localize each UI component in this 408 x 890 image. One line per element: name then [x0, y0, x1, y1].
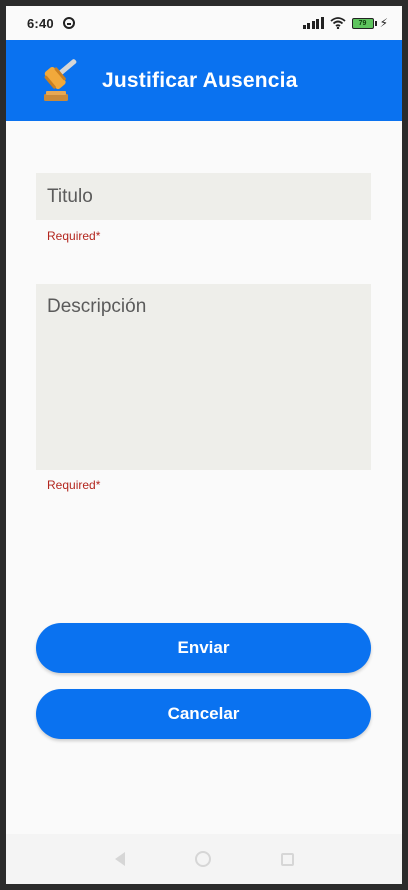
- home-icon[interactable]: [194, 851, 211, 867]
- notification-icon: [62, 17, 75, 29]
- battery-icon: 79: [351, 17, 377, 29]
- charging-icon: ⚡: [379, 16, 388, 30]
- status-icons: 79 ⚡: [302, 16, 388, 30]
- device-frame: 6:40 79 ⚡ Justificar Ausencia Titulo Req…: [0, 0, 408, 890]
- titulo-required-label: Required*: [47, 229, 101, 243]
- descripcion-textarea[interactable]: [36, 284, 371, 470]
- app-bar: Justificar Ausencia: [6, 40, 402, 121]
- recent-apps-icon[interactable]: [280, 852, 294, 866]
- enviar-button[interactable]: Enviar: [36, 623, 371, 673]
- titulo-input[interactable]: [36, 173, 371, 220]
- wifi-icon: [329, 17, 346, 29]
- status-bar: 6:40 79 ⚡: [6, 6, 402, 40]
- screen: 6:40 79 ⚡ Justificar Ausencia Titulo Req…: [6, 6, 402, 884]
- system-nav-bar: [6, 834, 402, 884]
- gavel-icon: [44, 58, 77, 101]
- cancelar-button[interactable]: Cancelar: [36, 689, 371, 739]
- back-icon[interactable]: [114, 852, 125, 866]
- status-time: 6:40: [27, 15, 54, 31]
- signal-icon: [302, 17, 324, 29]
- battery-level: 79: [358, 19, 367, 27]
- page-title: Justificar Ausencia: [102, 68, 298, 92]
- descripcion-required-label: Required*: [47, 478, 101, 492]
